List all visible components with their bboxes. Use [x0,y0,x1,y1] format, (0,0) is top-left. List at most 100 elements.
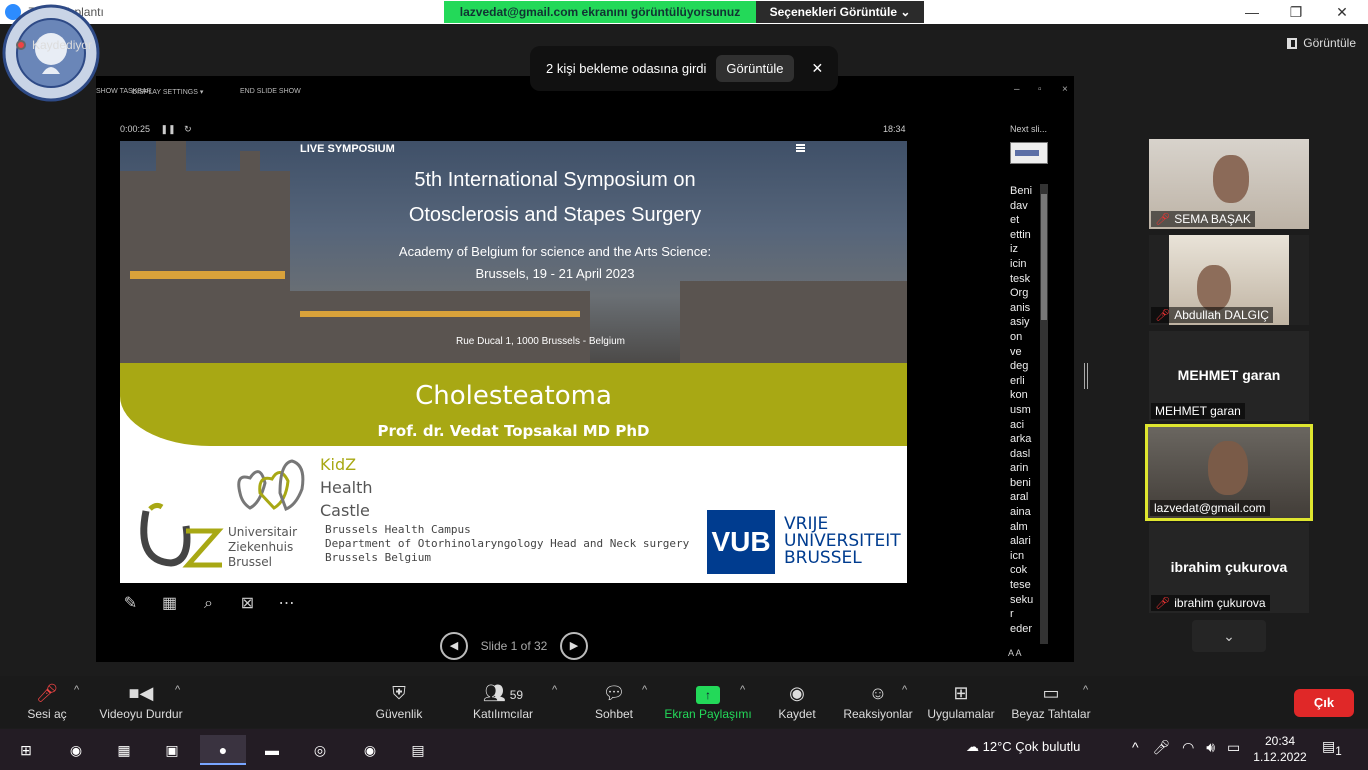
reactions-options-caret-icon[interactable]: ^ [902,684,907,696]
battery-icon[interactable]: ▭ [1227,739,1240,755]
video-options-caret-icon[interactable]: ^ [175,684,180,696]
whiteboards-button[interactable]: ▭ Beyaz Tahtalar [1010,676,1092,728]
view-button[interactable]: Görüntüle [1287,36,1356,50]
muted-mic-icon: 🎤︎ [1155,212,1171,226]
leave-meeting-button[interactable]: Çık [1294,689,1354,717]
pen-icon[interactable]: ✎ [120,593,141,614]
close-toast-icon[interactable]: ✕ [812,60,824,77]
apps-icon: ⊞ [953,683,969,703]
restore-button[interactable]: ❐ [1276,2,1316,22]
presentation-app-icon[interactable]: ▤ [402,735,434,765]
speaker-note-line: ve [1010,345,1022,358]
end-slide-show-button[interactable]: END SLIDE SHOW [240,88,301,95]
tray-expand-icon[interactable]: ^ [1132,739,1139,755]
apps-button[interactable]: ⊞ Uygulamalar [924,676,998,728]
speaker-note-line: deg [1010,360,1029,373]
timer-value: 0:00:25 [120,124,151,134]
participant-tile[interactable]: 🎤︎ Abdullah DALGIÇ [1149,235,1309,325]
participant-video [1213,155,1249,203]
muted-mic-icon: 🎤︎ [1155,308,1171,322]
share-screen-button[interactable]: ↑ Ekran Paylaşımı [664,676,752,728]
participant-tile[interactable]: MEHMET garan MEHMET garan [1149,331,1309,421]
share-options-caret-icon[interactable]: ^ [740,684,745,696]
next-slide-button[interactable]: ▶ [560,632,588,660]
speaker-note-line: r [1010,608,1014,621]
shield-icon: ⛨ [392,683,406,703]
panel-splitter[interactable] [1084,363,1088,389]
participant-tile[interactable]: ibrahim çukurova 🎤︎ ibrahim çukurova [1149,523,1309,613]
weather-widget[interactable]: ☁ 12°C Çok bulutlu [966,739,1080,755]
file-explorer-icon[interactable]: ▬ [256,735,288,765]
presenter-close-icon[interactable]: × [1062,84,1068,95]
slide-main-title: Cholesteatoma [415,381,612,411]
spotify-icon[interactable]: ◎ [304,735,336,765]
slide-navigation: ◀ Slide 1 of 32 ▶ [440,632,588,660]
see-all-slides-icon[interactable]: ▦ [159,593,180,614]
previous-slide-button[interactable]: ◀ [440,632,468,660]
record-icon: ◉ [789,683,805,703]
zoom-slide-icon[interactable]: ⌕ [198,593,219,614]
recording-label: Kaydediyor [32,38,93,52]
notes-zoom-controls[interactable]: A A [1008,648,1022,658]
presenter-minimize-icon[interactable]: – [1014,84,1020,95]
participant-video [1208,441,1248,495]
windows-start-icon[interactable]: ⊞ [10,735,42,765]
zoom-taskbar-icon[interactable]: ● [200,735,246,765]
campus-line3: Brussels Belgium [325,551,431,564]
notification-center-icon[interactable]: ▤1 [1322,738,1342,758]
slide-subtitle-line2: Brussels, 19 - 21 April 2023 [475,266,635,281]
kidz-line2: Health [320,478,373,497]
participants-button[interactable]: 👥︎ 59 Katılımcılar [470,676,536,728]
scroll-down-participants-button[interactable]: ⌄ [1192,620,1266,652]
participants-options-caret-icon[interactable]: ^ [552,684,557,696]
notes-scrollbar[interactable] [1040,184,1048,644]
recording-indicator[interactable]: Kaydediyor [16,36,92,54]
calculator-icon[interactable]: ▦ [108,735,140,765]
participant-name-tag: 🎤︎ ibrahim çukurova [1151,595,1270,611]
chat-button[interactable]: 💬︎ Sohbet [590,676,638,728]
presenter-restore-icon[interactable]: ▫ [1038,84,1042,95]
speaker-note-line: dav [1010,199,1028,212]
participant-tile[interactable]: 🎤︎ SEMA BAŞAK [1149,139,1309,229]
speaker-note-line: Org [1010,287,1029,300]
minimize-button[interactable]: — [1232,2,1272,22]
microphone-tray-icon[interactable]: 🎤︎ [1152,739,1170,755]
vub-name: VRIJE UNIVERSITEIT BRUSSEL [784,516,901,567]
unmute-button[interactable]: 🎤︎ Sesi aç [14,676,80,728]
windows-taskbar: ⊞ ◉ ▦ ▣ ● ▬ ◎ ◉ ▤ ☁ 12°C Çok bulutlu ^ 🎤… [0,729,1368,770]
powerpoint-presenter-view: SHOW TASKBAR DISPLAY SETTINGS ▾ END SLID… [96,76,1074,662]
zoom-window: Zoom Toplantı — ❐ ✕ lazvedat@gmail.com e… [0,0,1368,770]
restart-timer-icon[interactable]: ↻ [184,124,192,134]
wifi-icon[interactable]: ◠ [1182,739,1194,755]
participants-icon: 👥︎ 59 [482,683,524,703]
record-dot-icon [16,40,26,50]
notification-count: 1 [1335,744,1342,758]
display-settings-button[interactable]: DISPLAY SETTINGS ▾ [132,88,203,96]
pause-icon[interactable]: ❚❚ [161,124,176,134]
slide-live-label: LIVE SYMPOSIUM [300,143,395,155]
chat-options-caret-icon[interactable]: ^ [642,684,647,696]
remote-desktop-icon[interactable]: ▣ [156,735,188,765]
waiting-room-view-button[interactable]: Görüntüle [716,55,794,82]
next-slide-thumbnail[interactable] [1010,142,1048,164]
close-window-button[interactable]: ✕ [1322,2,1362,22]
security-button[interactable]: ⛨ Güvenlik [370,676,428,728]
notes-scroll-thumb[interactable] [1041,194,1047,320]
self-video-tile[interactable]: lazvedat@gmail.com [1145,424,1313,521]
chrome-icon[interactable]: ◉ [60,735,92,765]
whiteboards-options-caret-icon[interactable]: ^ [1083,684,1088,696]
record-button[interactable]: ◉ Kaydet [774,676,820,728]
view-options-button[interactable]: Seçenekleri Görüntüle ⌄ [756,1,924,23]
chrome-profile-icon[interactable]: ◉ [354,735,386,765]
black-screen-icon[interactable]: ⊠ [237,593,258,614]
volume-icon[interactable]: 🔊︎ [1206,739,1215,755]
taskbar-clock[interactable]: 20:34 1.12.2022 [1250,733,1310,765]
presenter-clock: 18:34 [883,124,906,134]
system-tray: ^ 🎤︎ ◠ 🔊︎ ▭ [1132,739,1240,756]
uz-line3: Brussel [228,555,272,569]
speaker-note-line: Beni [1010,185,1033,197]
participant-name: lazvedat@gmail.com [1154,501,1266,515]
audio-options-caret-icon[interactable]: ^ [74,684,79,696]
more-options-icon[interactable]: ⋯ [276,593,297,614]
taskbar-time: 20:34 [1264,734,1296,748]
